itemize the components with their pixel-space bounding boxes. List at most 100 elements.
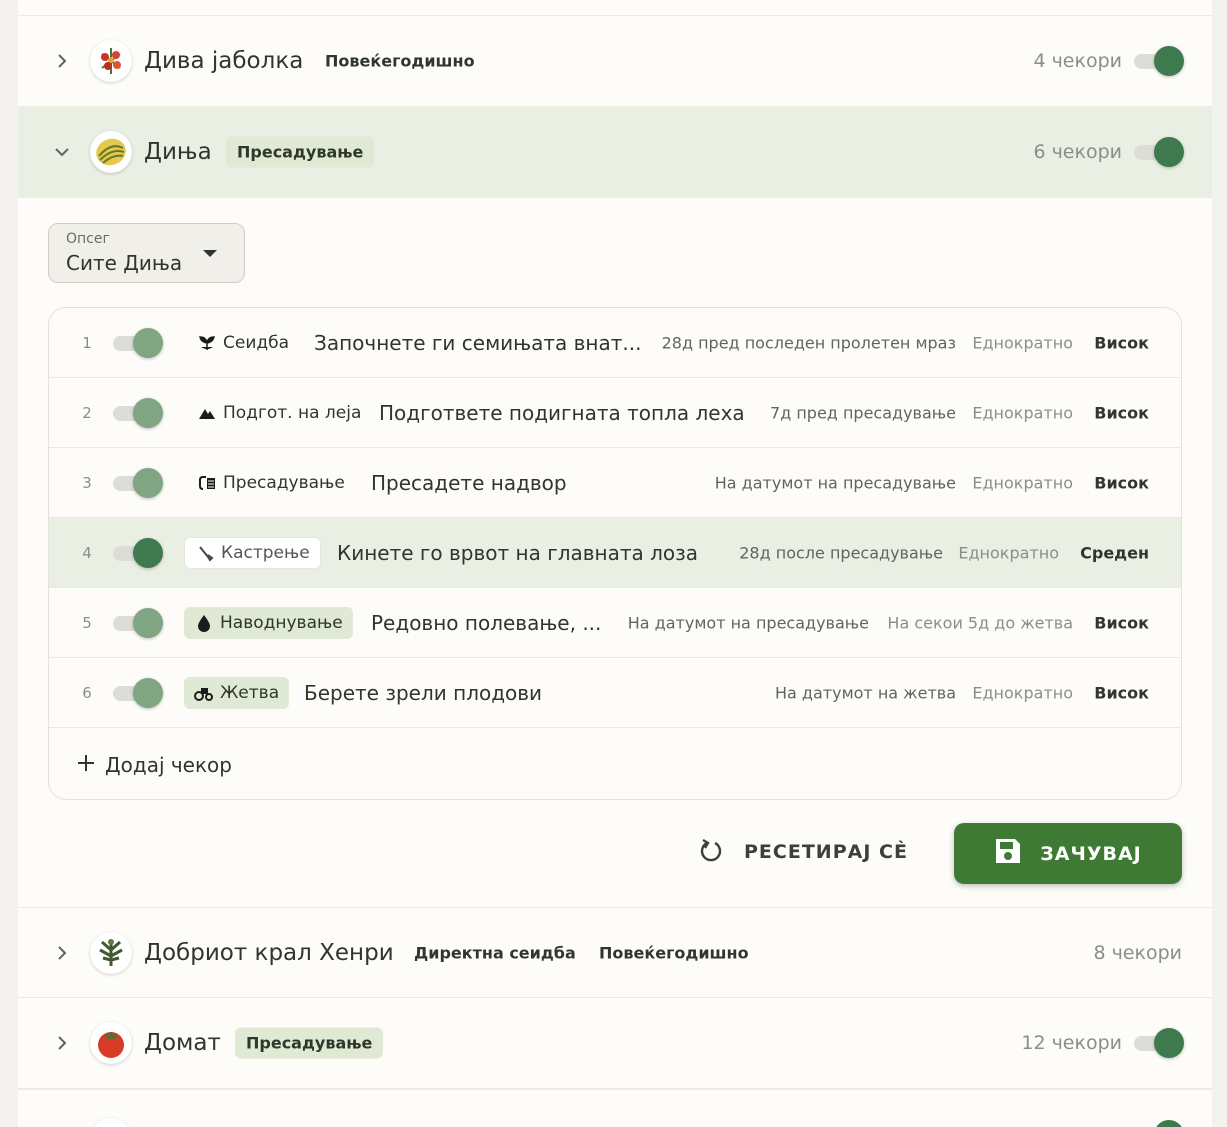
transplant-icon <box>197 473 217 493</box>
crop-enabled-toggle[interactable] <box>1154 1120 1184 1127</box>
step-category-label: Пресадување <box>223 472 345 493</box>
step-timing: 28д после пресадување <box>739 543 943 562</box>
step-enabled-toggle[interactable] <box>113 328 163 358</box>
add-step-button[interactable]: Додај чекор <box>49 730 1181 799</box>
step-row[interactable]: 6 Жетва Берете зрели плодови На датумот … <box>49 658 1181 728</box>
step-priority: Висок <box>1094 613 1149 632</box>
crop-row-next[interactable] <box>18 1089 1212 1127</box>
step-category: Сеидба <box>197 327 289 359</box>
step-category: Кастрење <box>184 536 321 569</box>
crop-name: Домат <box>144 1030 221 1056</box>
filter-value: Сите Диња <box>66 251 183 275</box>
chevron-down-icon[interactable] <box>52 142 72 162</box>
good-king-henry-icon <box>90 931 132 974</box>
step-category: Пресадување <box>197 467 345 499</box>
crop-row-wild-apple[interactable]: Дива јаболка Повеќегодишно 4 чекори <box>18 16 1212 107</box>
filter-label: Опсег <box>66 231 110 247</box>
mountain-icon <box>197 403 217 423</box>
step-number: 2 <box>82 403 92 422</box>
step-timing: 28д пред последен пролетен мраз <box>661 333 956 352</box>
step-title: Пресадете надвор <box>371 470 567 495</box>
chevron-right-icon[interactable] <box>52 1033 72 1053</box>
step-enabled-toggle[interactable] <box>113 608 163 638</box>
step-frequency: Еднократно <box>972 403 1073 422</box>
crop-tag: Директна сеидба <box>414 943 576 962</box>
step-category: Жетва <box>184 676 290 709</box>
crop-list-panel: Дива јаболка Повеќегодишно 4 чекори Диња… <box>18 0 1212 1127</box>
save-icon <box>994 837 1022 870</box>
step-title: Започнете ги семињата внат... <box>314 330 642 355</box>
step-frequency: Еднократно <box>972 333 1073 352</box>
step-number: 6 <box>82 683 92 702</box>
step-category-label: Подгот. на леја <box>223 402 362 423</box>
step-enabled-toggle[interactable] <box>113 468 163 498</box>
pruning-icon <box>195 543 215 563</box>
crop-name: Добриот крал Хенри <box>144 939 394 966</box>
step-category: Подгот. на леја <box>197 397 361 429</box>
crop-avatar <box>90 1118 132 1127</box>
crop-name: Дива јаболка <box>144 48 304 74</box>
step-number: 5 <box>82 613 92 632</box>
step-category: Наводнување <box>184 606 353 639</box>
save-button[interactable]: ЗАЧУВАЈ <box>954 823 1182 884</box>
scope-filter-select[interactable]: Опсег Сите Диња <box>48 223 245 283</box>
step-timing: На датумот на жетва <box>774 683 956 702</box>
step-category-label: Кастрење <box>221 542 310 563</box>
steps-count: 6 чекори <box>1033 141 1122 163</box>
steps-count: 4 чекори <box>1033 50 1122 72</box>
crop-tag: Пресадување <box>226 136 375 168</box>
plus-icon <box>77 753 95 777</box>
reset-all-button[interactable]: РЕСЕТИРАЈ СЀ <box>698 828 908 876</box>
melon-icon <box>90 131 132 173</box>
step-enabled-toggle[interactable] <box>113 398 163 428</box>
crop-enabled-toggle[interactable] <box>1134 137 1184 167</box>
step-row[interactable]: 5 Наводнување Редовно полевање, ... На д… <box>49 588 1181 658</box>
crop-name: Диња <box>144 139 212 165</box>
crop-tag: Повеќегодишно <box>325 51 475 71</box>
chevron-right-icon[interactable] <box>52 943 72 963</box>
step-row[interactable]: 4 Кастрење Кинете го врвот на главната л… <box>49 518 1181 588</box>
reset-label: РЕСЕТИРАЈ СЀ <box>744 841 908 863</box>
tomato-icon <box>90 1022 132 1064</box>
crop-row-good-king-henry[interactable]: Добриот крал Хенри Директна сеидба Повеќ… <box>18 907 1212 998</box>
step-title: Кинете го врвот на главната лоза <box>337 540 699 565</box>
water-drop-icon <box>194 613 214 633</box>
crop-enabled-toggle[interactable] <box>1134 1028 1184 1058</box>
list-top-divider <box>18 0 1212 16</box>
step-enabled-toggle[interactable] <box>113 678 163 708</box>
crop-enabled-toggle[interactable] <box>1134 46 1184 76</box>
step-priority: Висок <box>1094 403 1149 422</box>
wild-apple-icon <box>90 40 132 82</box>
step-frequency: Еднократно <box>958 543 1059 562</box>
step-frequency: На секои 5д до жетва <box>887 613 1073 632</box>
step-row[interactable]: 3 Пресадување Пресадете надвор На датумо… <box>49 448 1181 518</box>
chevron-right-icon[interactable] <box>52 51 72 71</box>
step-number: 1 <box>82 333 92 352</box>
step-priority: Висок <box>1094 333 1149 352</box>
sprout-icon <box>197 333 217 353</box>
step-timing: На датумот на пресадување <box>627 613 869 632</box>
step-title: Берете зрели плодови <box>304 680 543 705</box>
step-priority: Среден <box>1080 543 1149 562</box>
step-timing: На датумот на пресадување <box>714 473 956 492</box>
save-label: ЗАЧУВАЈ <box>1040 842 1142 865</box>
step-row[interactable]: 2 Подгот. на леја Подгответе подигната т… <box>49 378 1181 448</box>
crop-tag: Повеќегодишно <box>599 943 749 962</box>
steps-list: 1 Сеидба Започнете ги семињата внат... 2… <box>48 307 1182 800</box>
step-frequency: Еднократно <box>972 683 1073 702</box>
step-category-label: Сеидба <box>223 332 290 353</box>
step-title: Редовно полевање, ... <box>371 610 602 635</box>
step-category-label: Жетва <box>220 682 280 703</box>
step-timing: 7д пред пресадување <box>770 403 956 422</box>
step-frequency: Еднократно <box>972 473 1073 492</box>
add-step-label: Додај чекор <box>105 753 232 777</box>
step-number: 3 <box>82 473 92 492</box>
crop-tag: Пресадување <box>235 1027 384 1059</box>
step-enabled-toggle[interactable] <box>113 538 163 568</box>
crop-row-melon[interactable]: Диња Пресадување 6 чекори <box>18 107 1212 198</box>
step-category-label: Наводнување <box>220 612 343 633</box>
reset-icon <box>698 837 724 868</box>
steps-count: 12 чекори <box>1021 1032 1122 1054</box>
step-row[interactable]: 1 Сеидба Започнете ги семињата внат... 2… <box>49 308 1181 378</box>
crop-row-tomato[interactable]: Домат Пресадување 12 чекори <box>18 998 1212 1089</box>
